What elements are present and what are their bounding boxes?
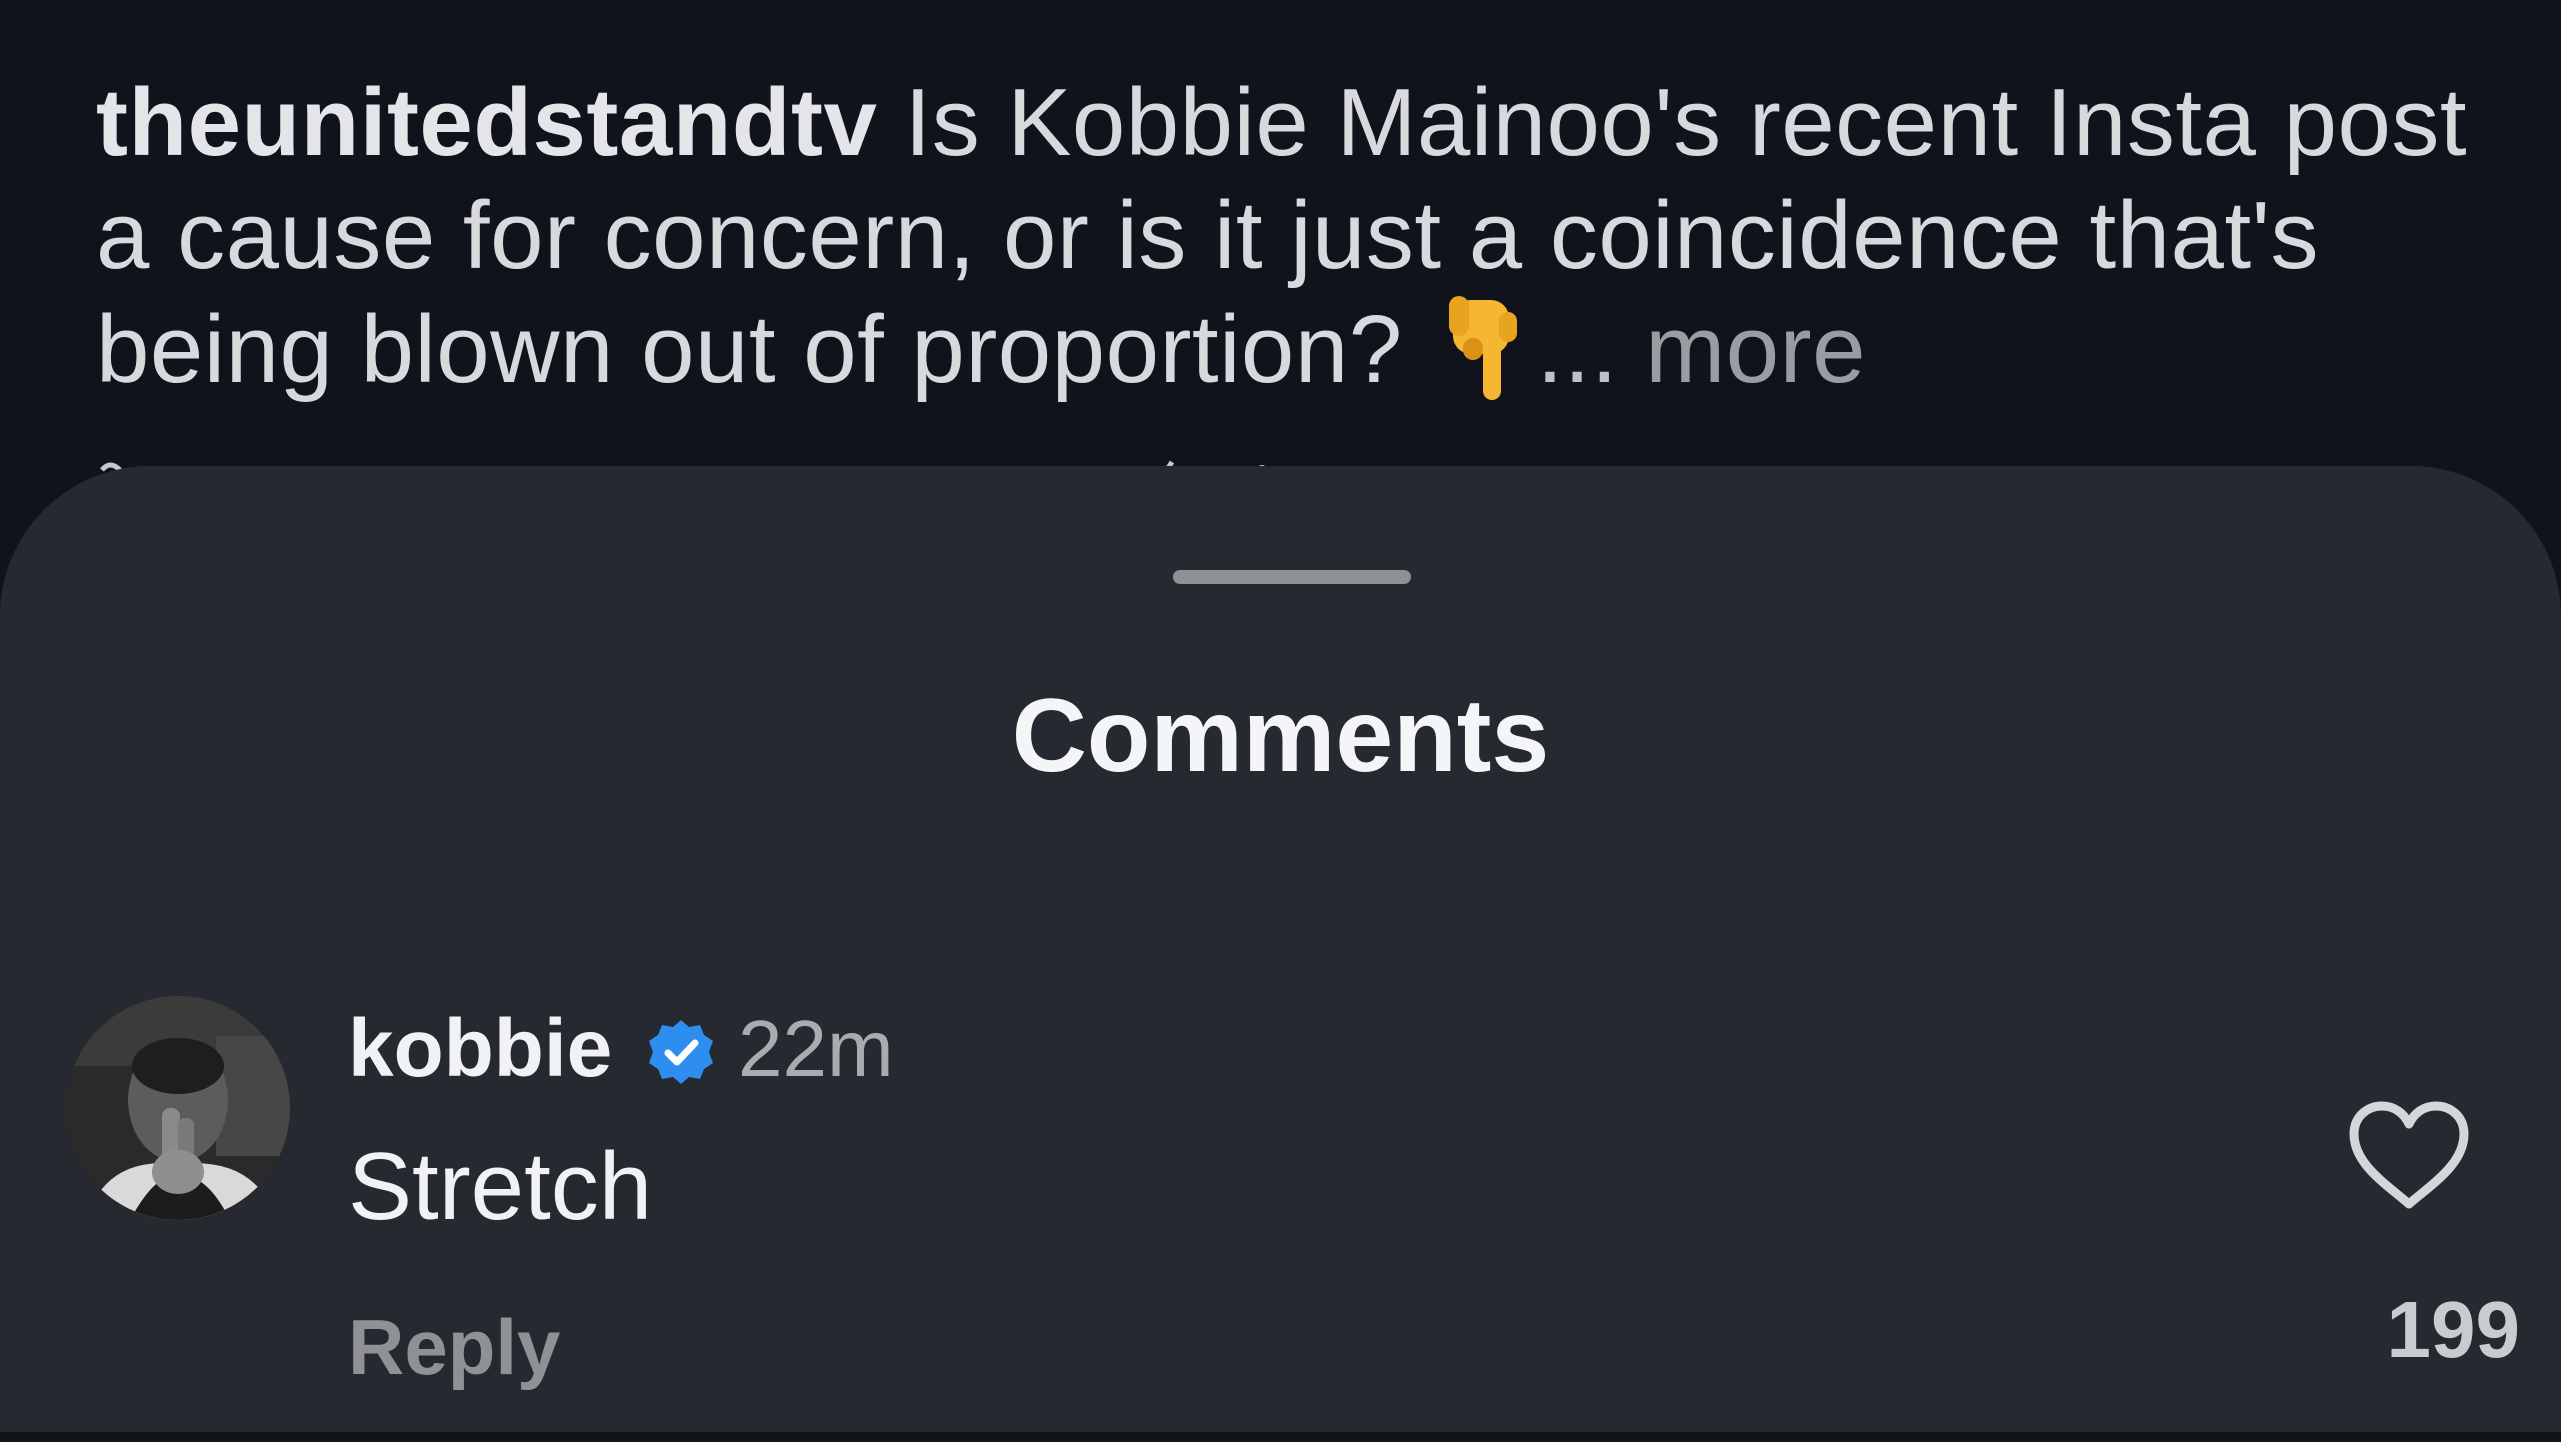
- post-username[interactable]: theunitedstandtv: [96, 69, 877, 176]
- comment-username[interactable]: kobbie: [348, 1001, 612, 1097]
- app-screen: theunitedstandtv Is Kobbie Mainoo's rece…: [0, 0, 2561, 1442]
- sheet-title: Comments: [1011, 678, 1550, 794]
- more-link[interactable]: more: [1645, 296, 1866, 403]
- verified-badge-icon: [649, 1020, 713, 1084]
- pointing-down-hand-icon: [1443, 292, 1525, 428]
- bottom-edge: [0, 1432, 2561, 1442]
- comment-timestamp: 22m: [738, 1004, 894, 1093]
- like-count: 199: [2386, 1285, 2520, 1374]
- comments-sheet: Comments: [0, 466, 2561, 1442]
- heart-icon[interactable]: [2348, 1100, 2470, 1212]
- avatar[interactable]: [66, 996, 290, 1220]
- reply-button[interactable]: Reply: [348, 1299, 560, 1395]
- sheet-drag-handle[interactable]: [1173, 570, 1411, 584]
- caption-ellipsis: ...: [1536, 296, 1619, 403]
- comment-text: Stretch: [348, 1133, 653, 1240]
- post-caption: theunitedstandtv Is Kobbie Mainoo's rece…: [96, 66, 2476, 428]
